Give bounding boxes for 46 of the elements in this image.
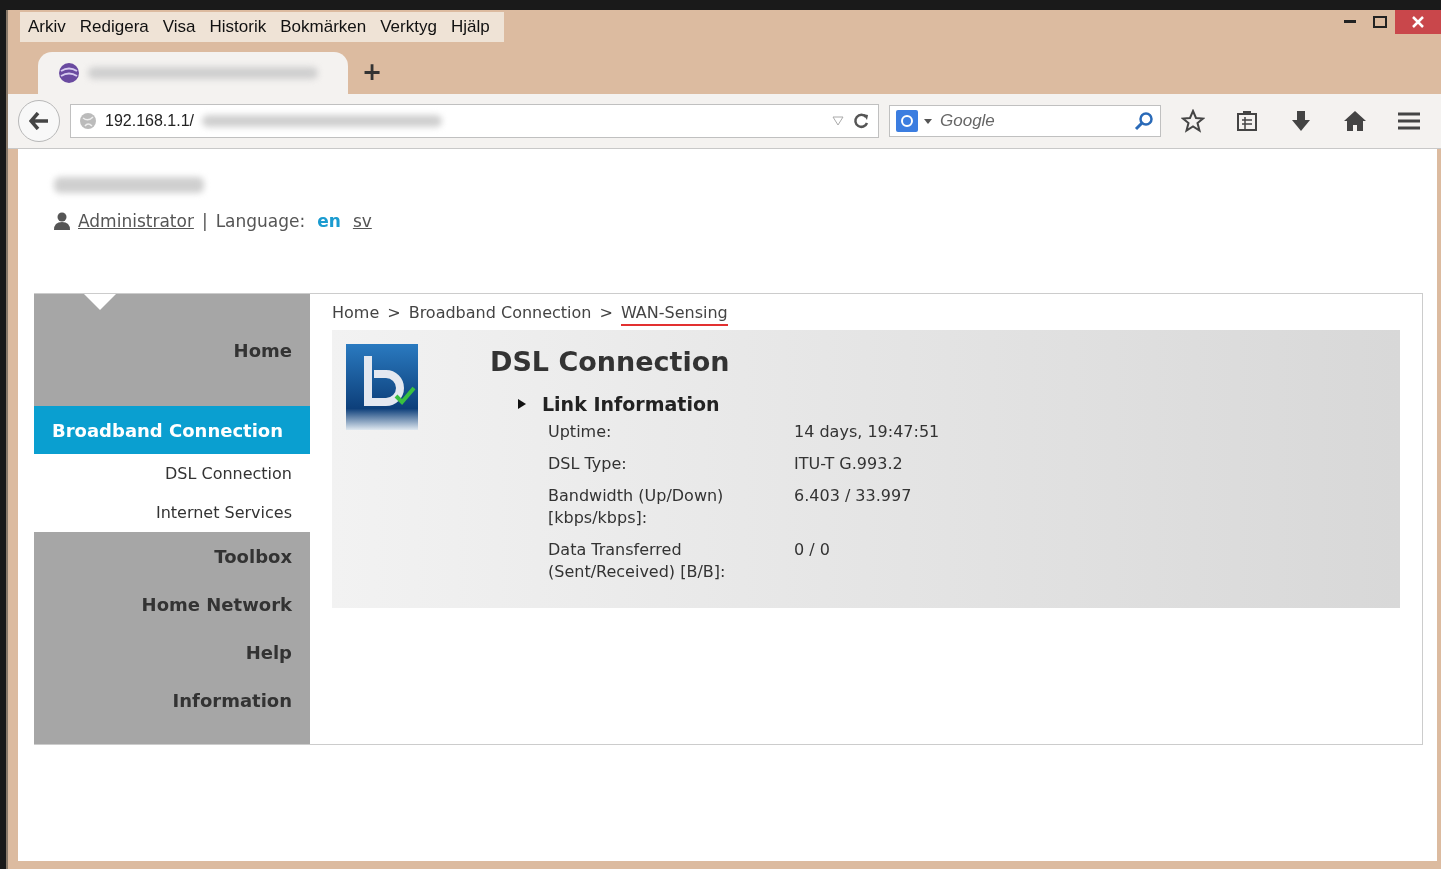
menu-item[interactable]: Arkiv — [22, 17, 74, 37]
menu-item[interactable]: Historik — [203, 17, 275, 37]
close-icon — [1412, 16, 1424, 28]
breadcrumb-separator: > — [387, 302, 401, 322]
language-link[interactable]: sv — [352, 211, 372, 231]
language-label: Language: — [215, 211, 306, 231]
breadcrumb-link[interactable]: Home — [332, 302, 380, 322]
maximize-icon — [1373, 16, 1387, 28]
close-button[interactable] — [1395, 10, 1441, 34]
caret-icon[interactable] — [924, 118, 932, 124]
info-value: 6.403 / 33.997 — [794, 485, 912, 507]
arrow-left-icon — [29, 112, 49, 130]
new-tab-button[interactable]: + — [362, 58, 383, 86]
info-value: 14 days, 19:47:51 — [794, 421, 940, 443]
menu-item[interactable]: Verktyg — [374, 17, 445, 37]
info-label: DSL Type: — [548, 453, 628, 475]
info-label: Bandwidth (Up/Down) [kbps/kbps]: — [548, 485, 725, 529]
search-engine-icon[interactable] — [896, 110, 918, 132]
expand-triangle-icon[interactable] — [518, 399, 526, 409]
back-button[interactable] — [18, 100, 60, 142]
panel-title: DSL Connection — [490, 346, 731, 377]
search-icon[interactable] — [1134, 111, 1154, 131]
menu-item[interactable]: Visa — [156, 17, 204, 37]
breadcrumb-link[interactable]: Broadband Connection — [408, 302, 592, 322]
globe-icon — [79, 112, 97, 130]
minimize-icon — [1344, 20, 1356, 24]
separator-text: | — [201, 211, 208, 231]
reload-icon[interactable] — [852, 112, 870, 130]
menu-item[interactable]: Bokmärken — [274, 17, 375, 37]
section-title: Link Information — [542, 393, 720, 415]
user-icon — [54, 212, 70, 230]
nav-item[interactable]: DSL Connection — [34, 454, 310, 493]
breadcrumb-separator: > — [599, 302, 613, 322]
menu-item[interactable]: Redigera — [73, 17, 157, 37]
menu-item[interactable]: Hjälp — [444, 17, 498, 37]
info-value: 0 / 0 — [794, 539, 830, 561]
info-value: ITU-T G.993.2 — [794, 453, 903, 475]
user-link[interactable]: Administrator — [78, 211, 194, 231]
info-label: Uptime: — [548, 421, 613, 443]
search-bar[interactable]: Google — [889, 105, 1161, 137]
breadcrumb-link[interactable]: WAN-Sensing — [620, 302, 728, 326]
info-label: Data Transferred (Sent/Received) [B/B]: — [548, 539, 727, 583]
logo-icon — [346, 344, 418, 430]
globe-icon — [58, 62, 80, 84]
nav-item[interactable]: Internet Services — [34, 493, 310, 532]
address-bar[interactable]: 192.168.1.1/ — [70, 104, 879, 138]
